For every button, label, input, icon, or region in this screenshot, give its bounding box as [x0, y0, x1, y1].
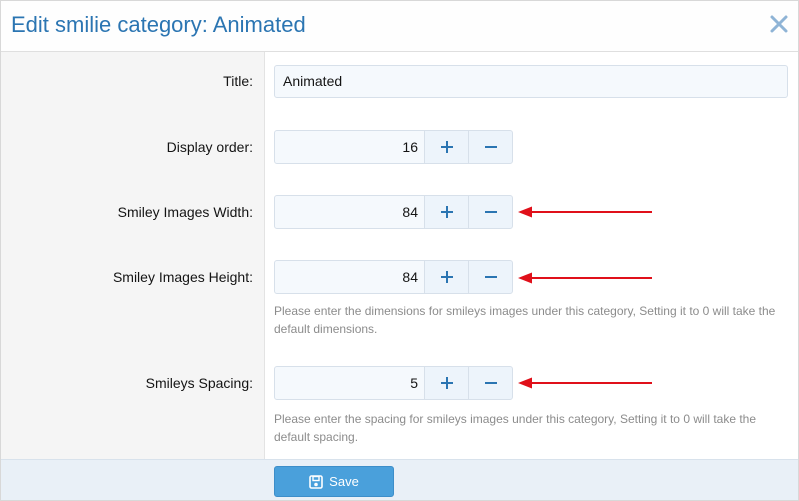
dialog-title: Edit smilie category: Animated [11, 12, 306, 37]
spacing-stepper: 5 [274, 366, 514, 400]
save-label: Save [329, 474, 359, 489]
display-order-plus-button[interactable] [424, 130, 469, 164]
width-plus-button[interactable] [424, 195, 469, 229]
dimensions-hint: Please enter the dimensions for smileys … [274, 304, 776, 336]
minus-icon [484, 211, 497, 213]
width-minus-button[interactable] [468, 195, 513, 229]
display-order-label: Display order: [166, 139, 253, 155]
red-arrow-icon [518, 272, 652, 284]
plus-icon [440, 141, 453, 153]
red-arrow-icon [518, 377, 652, 389]
spacing-hint: Please enter the spacing for smileys ima… [274, 412, 757, 444]
title-label: Title: [223, 73, 253, 89]
spacing-label: Smileys Spacing: [145, 375, 253, 391]
width-input[interactable]: 84 [274, 195, 425, 229]
edit-category-dialog: Edit smilie category: Animated Title: An… [0, 0, 799, 501]
height-label: Smiley Images Height: [112, 269, 253, 285]
display-order-minus-button[interactable] [468, 130, 513, 164]
height-input[interactable]: 84 [274, 260, 425, 294]
dialog-footer: Save [1, 459, 798, 500]
display-order-stepper: 16 [274, 130, 514, 164]
red-arrow-icon [518, 206, 652, 218]
title-input[interactable]: Animated [274, 65, 788, 98]
save-icon [309, 474, 323, 489]
height-minus-button[interactable] [468, 260, 513, 294]
plus-icon [440, 206, 453, 218]
minus-icon [484, 276, 497, 278]
spacing-input[interactable]: 5 [274, 366, 425, 400]
width-stepper: 84 [274, 195, 514, 229]
save-button[interactable]: Save [274, 466, 394, 497]
spacing-plus-button[interactable] [424, 366, 469, 400]
label-column [1, 52, 265, 459]
width-label: Smiley Images Width: [117, 204, 253, 220]
dialog-body: Title: Animated Display order: 16 Smiley… [1, 52, 798, 459]
plus-icon [440, 377, 453, 389]
display-order-input[interactable]: 16 [274, 130, 425, 164]
plus-icon [440, 271, 453, 283]
height-stepper: 84 [274, 260, 514, 294]
height-plus-button[interactable] [424, 260, 469, 294]
dialog-titlebar: Edit smilie category: Animated [1, 1, 798, 52]
close-icon[interactable] [768, 13, 790, 35]
minus-icon [484, 146, 497, 148]
minus-icon [484, 382, 497, 384]
spacing-minus-button[interactable] [468, 366, 513, 400]
